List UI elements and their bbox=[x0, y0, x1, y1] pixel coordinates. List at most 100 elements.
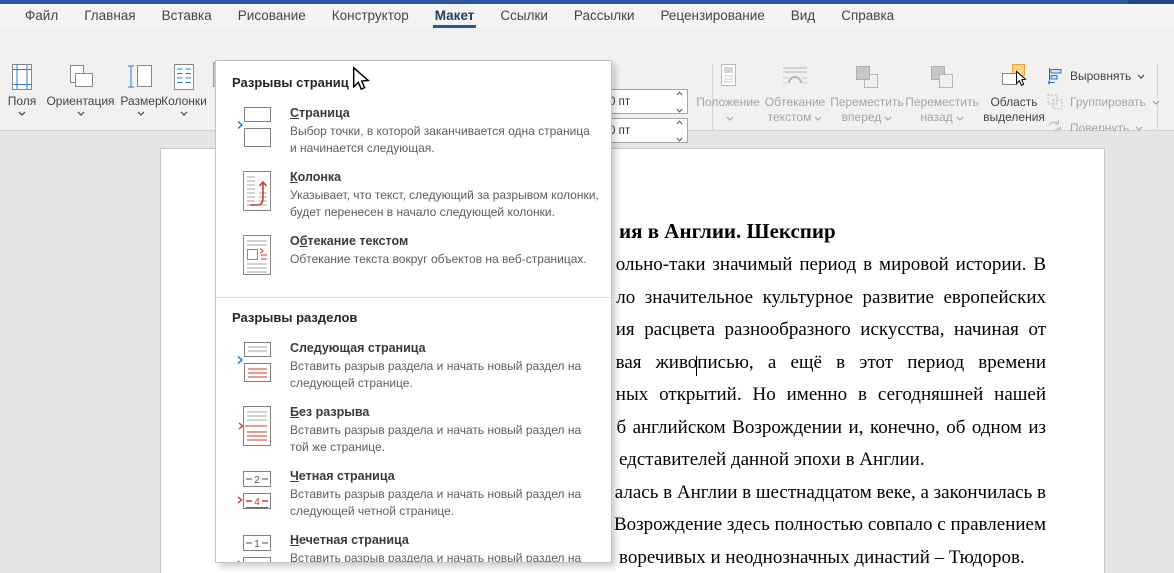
align-button[interactable]: Выровнять bbox=[1046, 65, 1145, 87]
break-option-page[interactable]: Страница Выбор точки, в которой заканчива… bbox=[216, 100, 611, 164]
break-option-even-page[interactable]: 2 4 Четная страница Вставить разрыв раздела… bbox=[216, 463, 611, 527]
break-option-text: Четная страница Вставить разрыв раздела и… bbox=[290, 468, 599, 520]
chevron-down-icon bbox=[1135, 126, 1143, 131]
orientation-icon bbox=[66, 62, 96, 92]
svg-text:3: 3 bbox=[254, 561, 260, 563]
break-option-title: Нечетная страница bbox=[290, 533, 409, 547]
document-line: б английском Возрождении и, конечно, об … bbox=[616, 417, 1046, 438]
break-option-title: Обтекание текстом bbox=[290, 234, 409, 248]
breaks-dropdown-menu: Разрывы страниц Страница Выбор точки, в ко… bbox=[215, 60, 612, 563]
break-option-text-wrap[interactable]: Обтекание текстом Обтекание текста вокруг… bbox=[216, 228, 611, 289]
cursor-icon bbox=[352, 66, 371, 93]
chevron-down-icon bbox=[956, 116, 964, 121]
break-option-text: Следующая страница Вставить разрыв раздел… bbox=[290, 340, 599, 392]
text-wrap-break-icon bbox=[237, 233, 277, 282]
spin-down-button[interactable] bbox=[676, 133, 683, 145]
svg-text:4: 4 bbox=[254, 497, 260, 508]
svg-text:1: 1 bbox=[254, 539, 260, 550]
spacing-before-field-arrows bbox=[676, 87, 683, 116]
tab-design[interactable]: Конструктор bbox=[319, 4, 422, 28]
selection-pane-button-label: Область выделения bbox=[983, 95, 1045, 124]
margins-button-label: Поля bbox=[7, 94, 37, 108]
break-option-column[interactable]: Колонка Указывает, что текст, следующий з… bbox=[216, 164, 611, 228]
break-option-title: Без разрыва bbox=[290, 405, 370, 419]
spin-up-button[interactable] bbox=[676, 87, 683, 99]
odd-page-section-icon: 13 bbox=[237, 532, 277, 563]
size-button[interactable]: Размер bbox=[119, 62, 163, 116]
spacing-before-field[interactable]: 0 пт bbox=[602, 89, 688, 114]
tab-review[interactable]: Рецензирование bbox=[648, 4, 778, 28]
break-option-description: Вставить разрыв раздела и начать новый р… bbox=[290, 359, 582, 390]
spin-down-button[interactable] bbox=[676, 104, 683, 116]
break-option-text: Нечетная страница Вставить разрыв раздела… bbox=[290, 532, 599, 563]
spacing-after-field-value: 0 пт bbox=[609, 124, 631, 137]
tab-view[interactable]: Вид bbox=[778, 4, 828, 28]
break-option-title: Колонка bbox=[290, 170, 342, 184]
selection-pane-icon bbox=[999, 62, 1029, 92]
group-button[interactable]: Группировать bbox=[1046, 91, 1160, 113]
margins-button[interactable]: Поля bbox=[2, 62, 42, 116]
group-icon bbox=[1046, 93, 1064, 111]
bring-forward-button-label: Переместить вперед bbox=[830, 95, 904, 124]
break-option-odd-page[interactable]: 13Нечетная страницаВставить разрыв разде… bbox=[216, 527, 611, 563]
spin-down-icon bbox=[676, 137, 683, 142]
align-button-label: Выровнять bbox=[1070, 69, 1132, 83]
size-button-label: Размер bbox=[120, 94, 162, 108]
mouse-cursor bbox=[352, 66, 371, 98]
document-line: едставителей данной эпохи в Англии. bbox=[619, 449, 925, 470]
columns-button[interactable]: Колонки bbox=[161, 62, 207, 116]
break-option-continuous[interactable]: Без разрыва Вставить разрыв раздела и нач… bbox=[216, 399, 611, 463]
orientation-button[interactable]: Ориентация bbox=[41, 62, 120, 116]
spin-down-icon bbox=[676, 108, 683, 113]
chevron-down-icon bbox=[77, 111, 85, 116]
tab-help[interactable]: Справка bbox=[828, 4, 907, 28]
break-option-title: Следующая страница bbox=[290, 341, 426, 355]
break-option-description: Вставить разрыв раздела и начать новый р… bbox=[290, 551, 582, 563]
next-page-section-icon bbox=[237, 340, 277, 392]
menu-section-header: Разрывы разделов bbox=[232, 310, 358, 325]
spin-up-icon bbox=[676, 91, 683, 96]
chevron-down-icon bbox=[726, 116, 734, 121]
tab-references[interactable]: Ссылки bbox=[487, 4, 561, 28]
tab-file[interactable]: Файл bbox=[12, 4, 71, 28]
document-line: , Возрождение здесь полностью совпало с … bbox=[604, 514, 1046, 535]
orientation-button-label: Ориентация bbox=[46, 94, 115, 108]
ribbon-tabs: Файл Главная Вставка Рисование Конструктор Ма… bbox=[0, 4, 1174, 28]
tab-mailings[interactable]: Рассылки bbox=[561, 4, 648, 28]
break-option-title: Страница bbox=[290, 106, 350, 120]
chevron-down-icon bbox=[18, 111, 26, 116]
break-option-next-page[interactable]: Следующая страница Вставить разрыв раздел… bbox=[216, 335, 611, 399]
column-break-icon bbox=[237, 169, 277, 221]
document-line: ло значительное культурное развитие евро… bbox=[616, 287, 1046, 308]
break-option-description: Вставить разрыв раздела и начать новый р… bbox=[290, 423, 582, 454]
document-line: ных открытий. Но именно в сегодняшней на… bbox=[615, 384, 1046, 405]
wrap-text-icon bbox=[780, 62, 810, 92]
columns-button-label: Колонки bbox=[161, 94, 207, 108]
tab-insert[interactable]: Вставка bbox=[149, 4, 225, 28]
columns-icon bbox=[169, 62, 199, 92]
document-line: ольно-таки значимый период в мировой ист… bbox=[615, 254, 1046, 275]
break-option-text: Без разрыва Вставить разрыв раздела и нач… bbox=[290, 404, 599, 456]
chevron-down-icon bbox=[1152, 100, 1160, 105]
tab-draw[interactable]: Рисование bbox=[225, 4, 319, 28]
document-line: алась в Англии в шестнадцатом веке, а за… bbox=[614, 482, 1046, 503]
align-icon bbox=[1046, 67, 1064, 85]
menu-section-header: Разрывы страниц bbox=[232, 75, 349, 90]
break-option-title: Четная страница bbox=[290, 469, 395, 483]
break-option-text: Страница Выбор точки, в которой заканчива… bbox=[290, 105, 599, 157]
group-button-label: Группировать bbox=[1070, 95, 1146, 109]
spin-up-icon bbox=[676, 120, 683, 125]
spacing-after-field[interactable]: 0 пт bbox=[602, 118, 688, 143]
spacing-before-field-value: 0 пт bbox=[609, 95, 631, 108]
break-option-text: Обтекание текстом Обтекание текста вокруг… bbox=[290, 233, 587, 282]
document-line: вая живописью, а ещё в этот период време… bbox=[615, 352, 1046, 373]
tab-home[interactable]: Главная bbox=[71, 4, 148, 28]
menu-divider bbox=[216, 297, 611, 298]
send-backward-icon bbox=[927, 62, 957, 92]
tab-layout[interactable]: Макет bbox=[422, 4, 488, 28]
document-heading: ия в Англии. Шекспир bbox=[619, 219, 836, 243]
spin-up-button[interactable] bbox=[676, 116, 683, 128]
document-line: воречивых и неоднозначных династий – Тюд… bbox=[619, 547, 1025, 568]
chevron-down-icon bbox=[1137, 74, 1145, 79]
margins-icon bbox=[7, 62, 37, 92]
